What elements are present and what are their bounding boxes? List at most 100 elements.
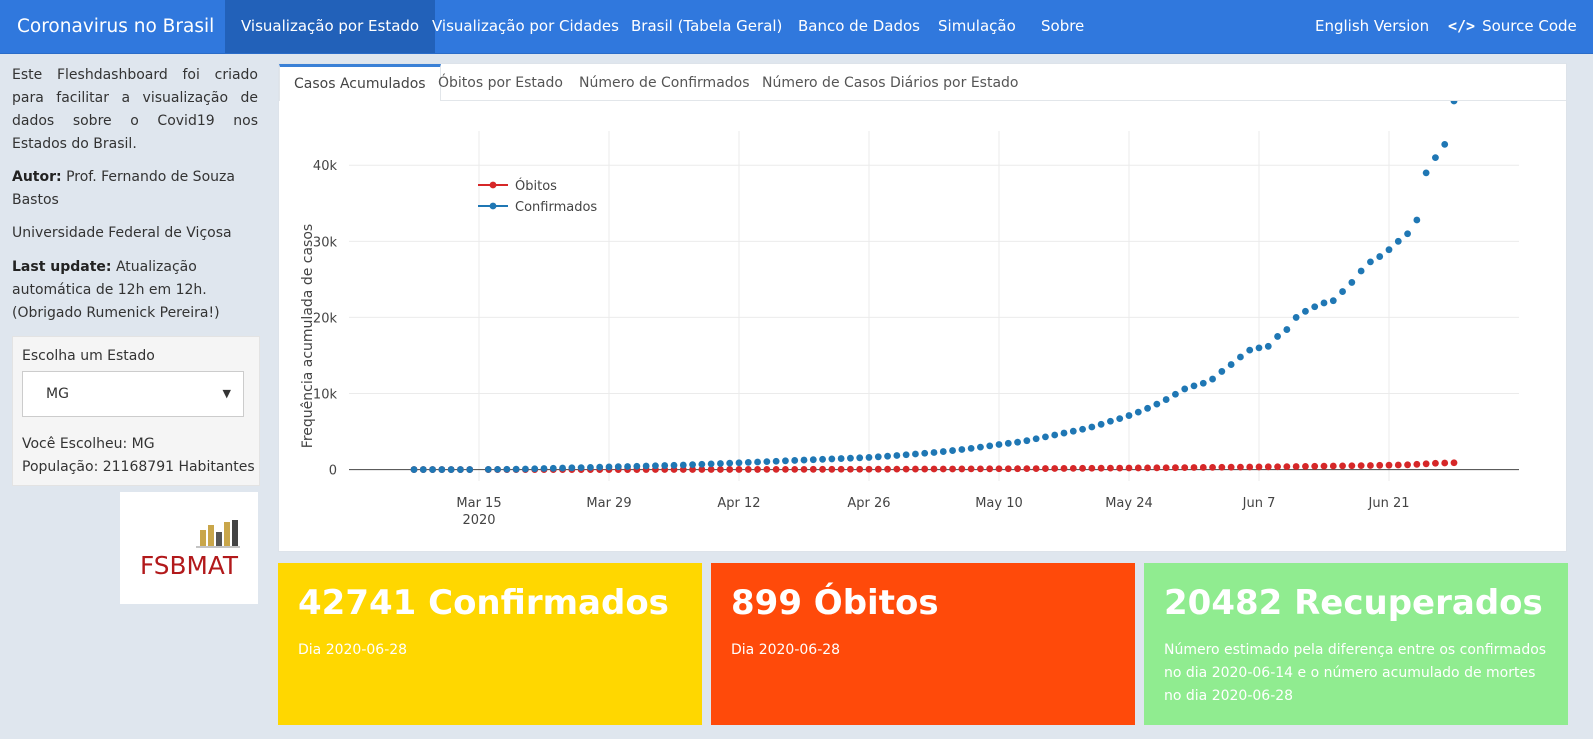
tab-casos-diarios[interactable]: Número de Casos Diários por Estado xyxy=(748,64,1033,100)
data-point-obitos xyxy=(884,465,891,473)
data-point-obitos xyxy=(1218,463,1226,471)
logo-text: FSBMAT xyxy=(140,551,239,580)
deaths-count: 899 Óbitos xyxy=(731,583,939,623)
data-point-obitos xyxy=(828,465,836,473)
data-point-obitos xyxy=(1097,464,1105,472)
data-point-confirmados xyxy=(1107,417,1114,425)
data-point-confirmados xyxy=(874,453,882,461)
nav-english-version[interactable]: English Version xyxy=(1299,0,1445,53)
data-point-confirmados xyxy=(782,457,789,465)
data-point-obitos xyxy=(1385,461,1393,469)
data-point-obitos xyxy=(893,465,901,473)
chart-card: Casos Acumulados Óbitos por Estado Númer… xyxy=(278,63,1567,552)
data-point-obitos xyxy=(819,465,826,473)
data-point-confirmados xyxy=(1320,299,1328,307)
data-point-confirmados xyxy=(689,461,696,469)
data-point-obitos xyxy=(1069,464,1077,472)
data-point-obitos xyxy=(717,466,724,473)
data-point-confirmados xyxy=(1246,346,1254,354)
author-label: Autor: xyxy=(12,169,62,185)
data-point-obitos xyxy=(772,465,780,473)
tab-obitos-por-estado[interactable]: Óbitos por Estado xyxy=(424,64,577,100)
top-navbar: Coronavirus no Brasil Visualização por E… xyxy=(0,0,1593,54)
update-label: Last update: xyxy=(12,259,112,275)
data-point-confirmados xyxy=(1227,361,1235,368)
data-point-obitos xyxy=(1348,462,1356,470)
data-point-obitos xyxy=(1088,464,1096,472)
data-point-confirmados xyxy=(986,442,994,450)
data-point-confirmados xyxy=(494,465,501,473)
data-point-obitos xyxy=(1199,464,1207,471)
x-tick-label: Jun 21 xyxy=(1368,496,1410,511)
data-point-obitos xyxy=(809,465,817,473)
data-point-confirmados xyxy=(1060,429,1068,437)
data-point-confirmados xyxy=(1339,288,1346,295)
data-point-obitos xyxy=(1246,463,1254,471)
data-point-confirmados xyxy=(1302,307,1309,315)
data-point-obitos xyxy=(1153,464,1161,472)
data-point-confirmados xyxy=(958,446,966,453)
legend-label: Óbitos xyxy=(515,178,557,194)
data-point-obitos xyxy=(1292,463,1300,470)
nav-visualizacao-cidades[interactable]: Visualização por Cidades xyxy=(416,0,635,53)
data-point-obitos xyxy=(1107,464,1114,472)
data-point-confirmados xyxy=(549,464,557,472)
nav-sobre[interactable]: Sobre xyxy=(1025,0,1100,53)
data-point-confirmados xyxy=(1237,353,1244,361)
data-point-confirmados xyxy=(819,455,826,463)
data-point-confirmados xyxy=(977,443,984,451)
data-point-obitos xyxy=(1079,464,1086,472)
data-point-obitos xyxy=(800,465,808,473)
data-point-confirmados xyxy=(568,464,576,472)
data-point-confirmados xyxy=(1311,303,1319,311)
data-point-obitos xyxy=(847,465,854,473)
data-point-obitos xyxy=(1357,462,1365,470)
data-point-obitos xyxy=(1014,465,1021,473)
legend-marker xyxy=(489,181,497,189)
data-point-obitos xyxy=(1162,464,1170,472)
data-point-obitos xyxy=(1116,464,1124,472)
data-point-confirmados xyxy=(949,447,956,454)
data-point-obitos xyxy=(1432,459,1439,467)
data-point-confirmados xyxy=(410,466,418,473)
nav-visualizacao-estado[interactable]: Visualização por Estado xyxy=(225,0,436,53)
data-point-obitos xyxy=(1051,465,1059,472)
data-point-obitos xyxy=(1060,465,1068,472)
x-tick-label: Apr 12 xyxy=(717,496,760,511)
nav-brasil-tabela[interactable]: Brasil (Tabela Geral) xyxy=(615,0,798,53)
data-point-confirmados xyxy=(596,463,604,471)
data-point-confirmados xyxy=(540,465,548,472)
update-text: Last update: Atualização automática de 1… xyxy=(12,256,258,325)
app-brand[interactable]: Coronavirus no Brasil xyxy=(17,0,214,53)
data-point-confirmados xyxy=(1042,433,1049,441)
data-point-obitos xyxy=(930,465,938,473)
x-tick-label: Mar 15 xyxy=(456,496,501,511)
chart-tabs: Casos Acumulados Óbitos por Estado Númer… xyxy=(279,64,1566,101)
tab-casos-acumulados[interactable]: Casos Acumulados xyxy=(279,64,441,101)
nav-banco-dados[interactable]: Banco de Dados xyxy=(782,0,936,53)
data-point-obitos xyxy=(1376,461,1384,469)
cumulative-cases-chart[interactable]: Mar 15 Mar 29 Apr 12 Apr 26 May 10 May 24 Jun … xyxy=(279,101,1566,551)
data-point-obitos xyxy=(1227,463,1235,471)
x-tick-label: Apr 26 xyxy=(847,496,890,511)
y-tick-label: 30k xyxy=(313,235,338,250)
data-point-obitos xyxy=(1450,459,1458,467)
nav-source-code[interactable]: </> Source Code xyxy=(1432,0,1585,53)
data-point-obitos xyxy=(1283,463,1291,471)
data-point-confirmados xyxy=(457,466,464,473)
nav-simulacao[interactable]: Simulação xyxy=(922,0,1032,53)
data-point-confirmados xyxy=(1255,344,1263,352)
state-select[interactable]: MG ▼ xyxy=(22,371,244,417)
data-point-confirmados xyxy=(1014,438,1021,446)
data-point-confirmados xyxy=(633,462,641,470)
data-point-confirmados xyxy=(1088,423,1096,431)
x-tick-label: Mar 29 xyxy=(586,496,631,511)
chosen-state-text: Você Escolheu: MG xyxy=(22,436,155,452)
tab-numero-confirmados[interactable]: Número de Confirmados xyxy=(565,64,764,100)
data-point-confirmados xyxy=(1190,382,1198,390)
intro-text: Este Fleshdashboard foi criado para faci… xyxy=(12,67,258,152)
data-point-confirmados xyxy=(614,463,622,471)
data-point-obitos xyxy=(1172,464,1179,472)
data-point-confirmados xyxy=(1023,437,1031,445)
data-point-obitos xyxy=(1125,464,1133,472)
